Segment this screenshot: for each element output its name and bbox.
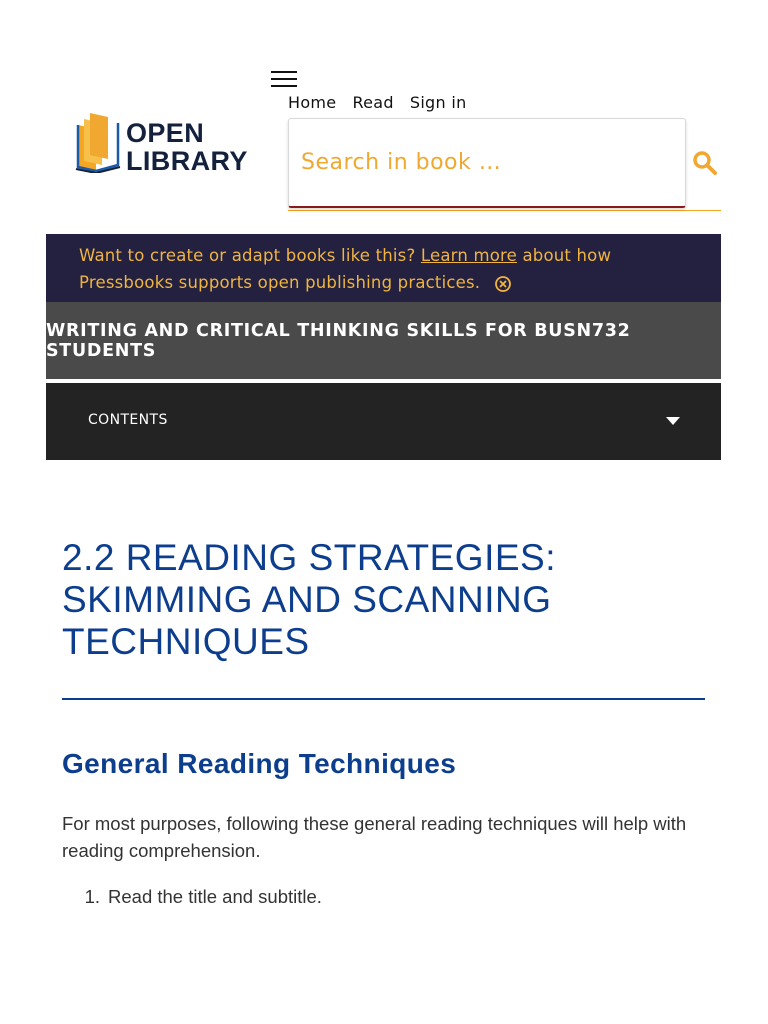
steps-list: 1. Read the title and subtitle. xyxy=(62,886,322,908)
search-icon[interactable] xyxy=(692,150,718,176)
section-heading: General Reading Techniques xyxy=(62,748,457,779)
search-bar xyxy=(288,118,721,211)
nav-read-link[interactable]: Read xyxy=(352,93,393,112)
logo-line-open: OPEN xyxy=(126,118,205,148)
contents-label: CONTENTS xyxy=(88,412,168,428)
learn-more-link[interactable]: Learn more xyxy=(421,246,517,265)
book-title: WRITING AND CRITICAL THINKING SKILLS FOR… xyxy=(46,320,631,361)
logo-wordmark: OPEN LIBRARY xyxy=(126,119,248,175)
list-item-text: Read the title and subtitle. xyxy=(108,886,322,907)
caret-down-icon xyxy=(666,417,680,425)
pressbooks-notice-banner: Want to create or adapt books like this?… xyxy=(46,234,721,302)
nav-sign-in-link[interactable]: Sign in xyxy=(410,93,467,112)
nav-home-link[interactable]: Home xyxy=(288,93,336,112)
notice-text-before: Want to create or adapt books like this? xyxy=(79,246,416,265)
intro-paragraph: For most purposes, following these gener… xyxy=(62,813,687,861)
list-item-number: 1. xyxy=(84,886,100,907)
search-input[interactable] xyxy=(288,118,686,208)
open-library-logo[interactable]: OPEN LIBRARY xyxy=(74,111,264,175)
book-stack-icon xyxy=(75,113,121,175)
contents-toggle[interactable]: CONTENTS xyxy=(46,383,721,460)
book-title-bar[interactable]: WRITING AND CRITICAL THINKING SKILLS FOR… xyxy=(46,302,721,379)
logo-line-library: LIBRARY xyxy=(126,146,248,176)
list-item: 1. Read the title and subtitle. xyxy=(62,886,322,908)
title-divider xyxy=(62,698,705,700)
top-nav: Home Read Sign in xyxy=(288,93,467,112)
hamburger-menu-icon[interactable] xyxy=(271,71,297,91)
chapter-title: 2.2 READING STRATEGIES: SKIMMING AND SCA… xyxy=(62,537,556,662)
close-circle-icon[interactable] xyxy=(494,275,512,293)
